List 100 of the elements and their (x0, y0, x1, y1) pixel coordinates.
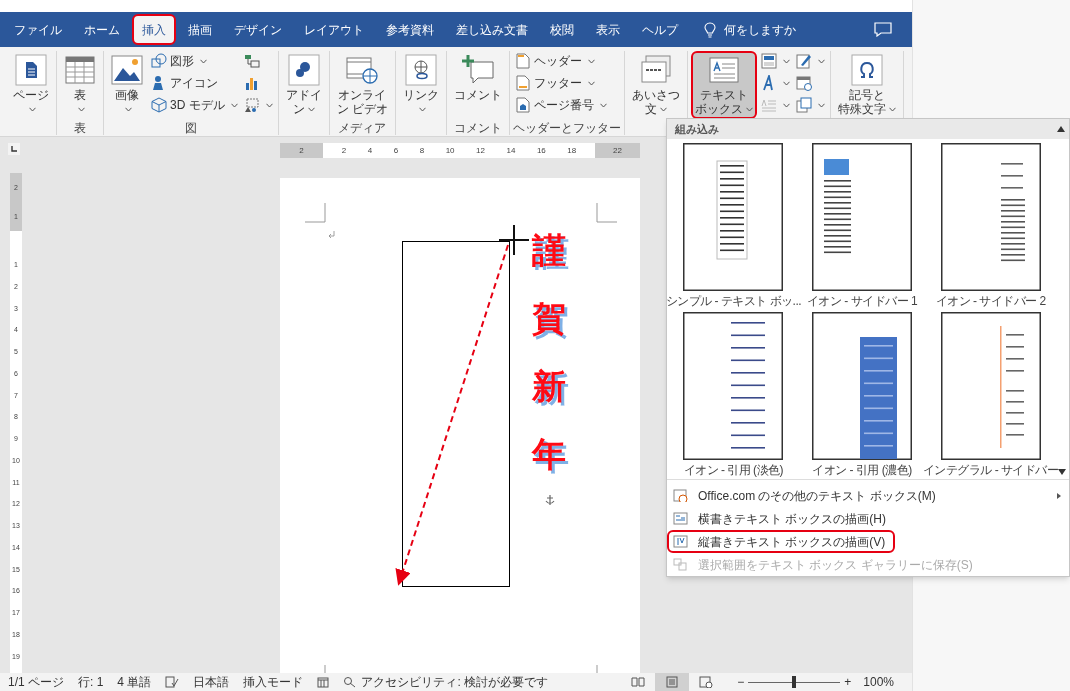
header-icon (515, 53, 532, 69)
status-text: 1/1 ページ (8, 674, 64, 691)
ribbon-icon-button[interactable] (794, 51, 828, 71)
greeting-card-icon (640, 54, 673, 86)
zoom-level: 100% (863, 674, 894, 691)
ruler-number: 4 (367, 144, 373, 157)
group-label: コメント (454, 121, 503, 135)
ruler-number: 10 (445, 144, 455, 157)
menu-item[interactable]: 縦書きテキスト ボックスの描画(V) (667, 530, 896, 553)
menu-item[interactable]: 横書きテキスト ボックスの描画(H) (667, 507, 896, 530)
screenshot-icon (243, 97, 260, 113)
ribbon-tab[interactable]: ファイル (4, 14, 72, 45)
ribbon-icon-button[interactable] (759, 51, 793, 71)
ruler-number: 2 (341, 144, 347, 157)
zoom-out-button[interactable]: − (737, 673, 745, 691)
menu-item[interactable]: Office.com のその他のテキスト ボックス(M) (667, 484, 946, 507)
caret-icon (818, 102, 826, 108)
ribbon-button[interactable]: アドイ ン (281, 51, 326, 119)
ribbon-small-button[interactable]: アイコン (149, 73, 240, 93)
ribbon-tab[interactable]: 参考資料 (376, 14, 444, 45)
ribbon-tab[interactable]: 挿入 (132, 14, 176, 45)
ribbon-button[interactable]: 表 (60, 51, 100, 119)
ribbon-small-button[interactable]: ページ番号 (513, 95, 610, 115)
caret-icon (78, 107, 85, 113)
gallery-section-header: 組み込み (675, 121, 720, 137)
caret-icon (746, 107, 754, 113)
caret-icon (818, 58, 826, 64)
ribbon-button[interactable]: コメント (450, 51, 507, 119)
bar-chart-icon (243, 75, 260, 91)
ruler-number: 14 (506, 144, 516, 157)
text-box-icon (708, 54, 741, 86)
ribbon-button[interactable]: ページ (9, 51, 53, 119)
date-time-icon (796, 75, 813, 91)
caret-icon (889, 107, 897, 113)
ribbon-tab[interactable]: デザイン (224, 14, 292, 45)
crosshair-cursor-icon (499, 225, 529, 255)
caret-icon (660, 107, 668, 113)
crop-mark-icon (305, 203, 326, 223)
ribbon-button[interactable]: 記号と 特殊文字 (834, 51, 901, 119)
ribbon-icon-button[interactable] (794, 95, 828, 115)
ribbon-tab[interactable]: 差し込み文書 (446, 14, 538, 45)
ribbon-small-button[interactable]: フッター (513, 73, 610, 93)
view-button[interactable] (655, 673, 690, 691)
group-label: ヘッダーとフッター (513, 121, 622, 135)
ribbon-button[interactable]: あいさつ 文 (628, 51, 685, 119)
zoom-slider[interactable] (748, 675, 841, 689)
text-box-thumbnail[interactable] (683, 311, 784, 460)
scroll-down-icon (1058, 469, 1066, 475)
page-number-icon (515, 97, 532, 113)
ribbon-small-button[interactable]: 図形 (149, 51, 240, 71)
ribbon-tab[interactable]: ホーム (74, 14, 130, 45)
cube-icon (151, 97, 167, 113)
omega-icon (851, 54, 884, 86)
text-box-thumbnail[interactable] (812, 311, 912, 460)
ruler-number: 16 (536, 144, 546, 157)
ruler-number: 2 (299, 144, 304, 157)
ribbon-button[interactable]: オンライ ン ビデオ (332, 51, 393, 119)
ribbon-tab[interactable]: 描画 (178, 14, 222, 45)
group-label: 表 (74, 121, 86, 135)
ribbon-tab[interactable]: レイアウト (294, 14, 374, 45)
quick-parts-icon (761, 53, 778, 69)
ribbon-small-button[interactable]: 3D モデル (149, 95, 240, 115)
ribbon-button[interactable]: リンク (399, 51, 444, 119)
caret-icon (307, 107, 315, 113)
lightbulb-icon (704, 21, 716, 38)
comment-icon (874, 22, 892, 37)
footer-icon (515, 75, 532, 91)
ruler-number: 12 (476, 144, 485, 157)
slider-thumb[interactable] (792, 676, 797, 688)
link-icon (405, 54, 438, 86)
ribbon-tab[interactable]: ヘルプ (632, 14, 688, 45)
proofing-icon (165, 676, 180, 688)
video-globe-icon (346, 54, 379, 86)
drop-cap-icon (761, 97, 778, 113)
comment-add-icon (462, 54, 495, 86)
web-layout-icon (699, 676, 714, 688)
image-icon (111, 54, 143, 86)
ribbon-tab[interactable]: 校閲 (540, 14, 584, 45)
ribbon-button[interactable]: テキスト ボックス (691, 51, 758, 119)
status-text: 行: 1 (78, 674, 104, 691)
vertical-text-box-icon (673, 535, 688, 548)
caret-icon (588, 80, 596, 86)
caret-icon (783, 102, 791, 108)
caret-icon (419, 107, 427, 113)
text-box-thumbnail[interactable] (940, 311, 1041, 460)
tell-me-search[interactable]: 何をしますか (718, 20, 802, 39)
ribbon-small-button[interactable]: ヘッダー (513, 51, 610, 71)
text-box-thumbnail[interactable] (683, 143, 784, 291)
caret-icon (783, 58, 791, 64)
scroll-up-icon (1057, 126, 1065, 132)
text-box-thumbnail[interactable] (812, 143, 912, 291)
zoom-in-button[interactable]: + (844, 673, 852, 691)
ribbon-button[interactable]: 画像 (107, 51, 147, 119)
table-icon (64, 54, 96, 86)
text-box-thumbnail[interactable] (940, 143, 1041, 291)
gallery-item-label: イオン - 引用 (濃色) (812, 461, 912, 479)
ruler-number: 8 (419, 144, 425, 157)
gallery-item-label: イオン - 引用 (淡色) (683, 461, 784, 479)
ribbon-tab[interactable]: 表示 (586, 14, 630, 45)
hierarchy-icon (243, 53, 260, 69)
